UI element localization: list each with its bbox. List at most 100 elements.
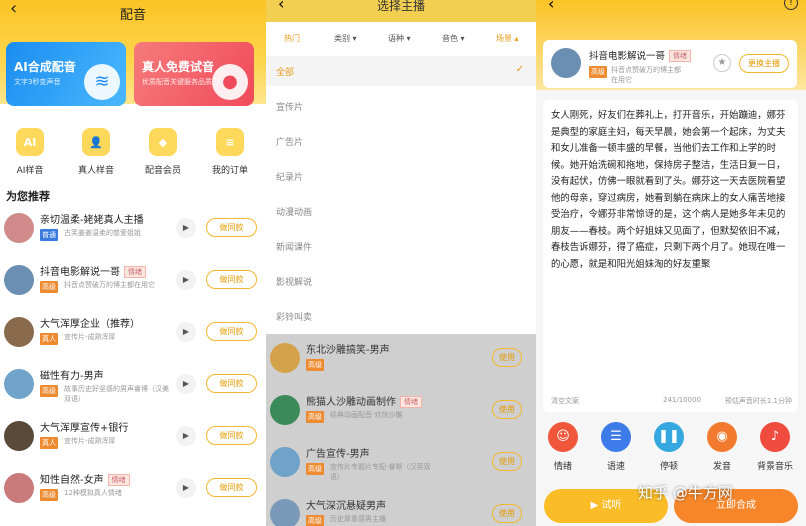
voice-name: 东北沙雕搞笑-男声 [306,341,390,356]
tool-button[interactable]: ☰ 语速 [595,422,637,472]
back-icon[interactable]: ‹ [548,0,554,13]
make-same-button[interactable]: 做同款 [206,270,257,289]
level-badge: 高级 [40,281,58,293]
avatar [4,369,34,399]
level-badge: 普通 [40,229,58,241]
voice-desc: 宣传片-成熟浑厚 [64,333,116,341]
voice-name: 大气浑厚宣传+银行 [40,419,128,434]
scene-option[interactable]: 彩铃叫卖 [276,310,312,323]
clipboard-icon: ≡ [216,128,244,156]
scene-option[interactable]: 新闻课件 [276,240,312,253]
make-same-button[interactable]: 做同款 [206,218,257,237]
check-icon: ✓ [515,64,524,75]
tool-icon: ☺ [548,422,578,452]
tool-icon: ❚❚ [654,422,684,452]
ai-sample-button[interactable]: AI AI样音 [0,128,60,176]
make-same-button[interactable]: 做同款 [206,478,257,497]
avatar [4,213,34,243]
play-icon[interactable]: ▶ [176,374,196,394]
voice-name-text: 熊猫人沙雕动画制作 [306,397,396,408]
scene-option[interactable]: 宣传片 [276,100,303,113]
voice-desc: 宣传片-成熟浑厚 [64,437,116,445]
real-voice-banner[interactable]: 真人免费试音 优质配音关键服务品质 ● [134,42,254,106]
list-item[interactable]: 大气浑厚宣传+银行 真人 宣传片-成熟浑厚 ▶ 做同款 [0,412,266,464]
tab-hot[interactable]: 热门 [284,33,300,44]
voice-desc: 12种模拟真人情绪 [64,489,122,497]
tool-label: 发音 [712,462,731,472]
favorite-star-icon[interactable]: ★ [713,54,731,72]
tool-button[interactable]: ♪ 背景音乐 [754,422,796,472]
voice-desc: 历史厚重感男主播 [330,515,386,523]
make-same-button[interactable]: 做同款 [206,426,257,445]
list-item[interactable]: 抖音电影解说一哥 情绪 高级 抖音点赞破万的博主都在用它 ▶ 做同款 [0,256,266,308]
tool-label: 情绪 [553,462,572,472]
list-item[interactable]: 东北沙雕搞笑-男声 高级 使用 [266,334,536,386]
selected-row-bg [266,56,536,86]
emotion-tag: 情绪 [107,474,130,486]
banner-title: AI合成配音 [14,60,76,74]
tool-button[interactable]: ◉ 发音 [701,422,743,472]
list-item[interactable]: 磁性有力-男声 高级 故事历史好坚感的男声睿博（汉美双语） ▶ 做同款 [0,360,266,412]
script-textarea[interactable]: 女人刚死，好友们在葬礼上，打开音乐，开始蹦迪，娜芬是典型的家庭主妇，每天早晨，她… [543,100,798,412]
scene-option[interactable]: 全部 [276,65,294,78]
change-anchor-button[interactable]: 更换主播 [739,54,789,73]
list-item[interactable]: 熊猫人沙雕动画制作 情绪 高级 经典动画配音-欢快沙雕 使用 [266,386,536,438]
orders-button[interactable]: ≡ 我的订单 [200,128,260,176]
avatar [551,48,581,78]
make-same-button[interactable]: 做同款 [206,374,257,393]
soundwave-icon: ≋ [84,64,120,100]
clear-text-button[interactable]: 清空文案 [551,397,579,405]
make-same-button[interactable]: 做同款 [206,322,257,341]
scene-option[interactable]: 纪录片 [276,170,303,183]
scene-option[interactable]: 动漫动画 [276,205,312,218]
banner-title: 真人免费试音 [142,60,215,74]
tab-scene[interactable]: 场景 ▴ [496,33,519,44]
estimated-duration: 预估声音时长1.1分钟 [724,397,792,405]
list-item[interactable]: 大气深沉悬疑男声 高级 历史厚重感男主播 使用 [266,490,536,526]
ai-dubbing-banner[interactable]: AI合成配音 文字3秒变声音 ≋ [6,42,126,106]
play-icon[interactable]: ▶ [176,426,196,446]
use-button[interactable]: 使用 [492,348,522,367]
tool-button[interactable]: ☺ 情绪 [542,422,584,472]
tab-category[interactable]: 类别 ▾ [334,33,357,44]
emotion-tag: 情绪 [400,396,422,408]
list-item[interactable]: 大气浑厚企业（推荐） 真人 宣传片-成熟浑厚 ▶ 做同款 [0,308,266,360]
tab-language[interactable]: 语种 ▾ [388,33,411,44]
list-item[interactable]: 广告宣传-男声 高级 宣传片专题片专配-睿晰（汉英双语） 使用 [266,438,536,490]
voice-name-text: 亲切温柔-姥姥真人主播 [40,215,144,226]
tool-button[interactable]: ❚❚ 停顿 [648,422,690,472]
voice-name: 亲切温柔-姥姥真人主播 [40,211,144,226]
use-button[interactable]: 使用 [492,452,522,471]
scene-option[interactable]: 广告片 [276,135,303,148]
voice-name-text: 磁性有力-男声 [40,371,104,382]
voice-name-text: 东北沙雕搞笑-男声 [306,345,390,356]
real-sample-button[interactable]: 👤 真人样音 [66,128,126,176]
avatar [4,421,34,451]
voice-name: 熊猫人沙雕动画制作 情绪 [306,393,422,408]
list-item[interactable]: 亲切温柔-姥姥真人主播 普通 古芙姜姜温柔的慈爱姐姐 ▶ 做同款 [0,204,266,256]
membership-button[interactable]: ◆ 配音会员 [133,128,193,176]
play-icon[interactable]: ▶ [176,218,196,238]
use-button[interactable]: 使用 [492,400,522,419]
voice-desc: 古芙姜姜温柔的慈爱姐姐 [64,229,141,237]
tool-label: 语速 [606,462,625,472]
tab-timbre[interactable]: 音色 ▾ [442,33,465,44]
tool-icon: ◉ [707,422,737,452]
emotion-tag: 情绪 [669,50,692,62]
trial-label: 试听 [601,500,622,511]
list-item[interactable]: 知性自然-女声 情绪 高级 12种模拟真人情绪 ▶ 做同款 [0,464,266,516]
play-icon[interactable]: ▶ [176,478,196,498]
quick-label: AI样音 [16,166,44,176]
info-icon[interactable]: ! [784,0,798,10]
avatar [270,395,300,425]
use-button[interactable]: 使用 [492,504,522,523]
voice-name-text: 大气浑厚宣传+银行 [40,423,129,434]
tool-label: 背景音乐 [756,462,793,472]
play-icon[interactable]: ▶ [176,270,196,290]
voice-name-text: 抖音电影解说一哥 [40,267,120,278]
level-badge: 高级 [40,489,58,501]
dubbing-panel: ‹ 配音 AI合成配音 文字3秒变声音 ≋ 真人免费试音 优质配音关键服务品质 … [0,0,266,526]
avatar [4,317,34,347]
scene-option[interactable]: 影视解说 [276,275,312,288]
play-icon[interactable]: ▶ [176,322,196,342]
